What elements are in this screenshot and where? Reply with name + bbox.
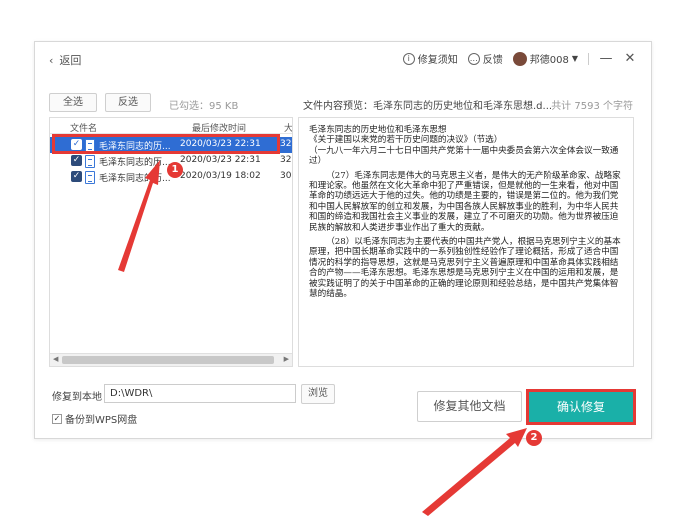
column-size[interactable]: 大	[284, 121, 292, 134]
preview-paragraph: （27）毛泽东同志是伟大的马克思主义者，是伟大的无产阶级革命家、战略家和理论家。…	[309, 170, 621, 233]
file-list-header: 文件名 最后修改时间 大	[50, 118, 292, 134]
feedback-label: 反馈	[482, 55, 503, 66]
scroll-right-icon[interactable]: ▶	[284, 355, 289, 363]
restore-location-label: 修复到本地	[52, 392, 102, 403]
backup-option[interactable]: ✓ 备份到WPS网盘	[52, 411, 137, 426]
feedback-link[interactable]: … 反馈	[467, 51, 503, 66]
user-menu[interactable]: 邦德008 ▼	[512, 51, 578, 66]
scroll-left-icon[interactable]: ◀	[53, 355, 58, 363]
backup-checkbox[interactable]: ✓	[52, 413, 62, 424]
confirm-repair-button[interactable]: 确认修复	[526, 389, 636, 425]
back-button[interactable]: ‹ 返回	[49, 52, 81, 68]
selected-size: 已勾选：95 KB	[169, 101, 239, 112]
back-label: 返回	[59, 54, 82, 67]
titlebar: ‹ 返回 i 修复须知 … 反馈 邦德008 ▼ — ✕	[35, 42, 651, 76]
user-name: 邦德008	[529, 55, 569, 66]
divider	[588, 52, 589, 65]
chevron-left-icon: ‹	[49, 53, 54, 67]
column-filename[interactable]: 文件名	[70, 121, 97, 134]
document-icon	[85, 155, 95, 168]
chevron-down-icon: ▼	[571, 54, 578, 63]
preview-note: （一九八一年六月二十七日中国共产党第十一届中央委员会第六次全体会议一致通过）	[309, 145, 619, 167]
preview-title: 文件内容预览：毛泽东同志的历史地位和毛泽东思想.d...	[303, 101, 553, 112]
preview-subtitle: 《关于建国以来党的若干历史问题的决议》（节选）	[309, 135, 503, 146]
restore-path-input[interactable]	[104, 384, 296, 403]
backup-label: 备份到WPS网盘	[65, 415, 138, 426]
chat-icon: …	[467, 52, 480, 65]
preview-paragraph: （28）以毛泽东同志为主要代表的中国共产党人，根据马克思列宁主义的基本原理，把中…	[309, 237, 621, 300]
preview-pane: 毛泽东同志的历史地位和毛泽东思想 《关于建国以来党的若干历史问题的决议》（节选）…	[298, 117, 634, 367]
repair-dialog: ‹ 返回 i 修复须知 … 反馈 邦德008 ▼ — ✕ 全选 反选 已勾选：9…	[34, 41, 652, 439]
checkbox-checked[interactable]: ✓	[71, 171, 82, 182]
minimize-icon[interactable]: —	[599, 51, 613, 66]
step-badge-2: 2	[526, 430, 542, 446]
file-size: 32	[280, 139, 292, 149]
checkbox-checked[interactable]: ✓	[71, 155, 82, 166]
repair-guide-link[interactable]: i 修复须知	[402, 51, 458, 66]
avatar	[512, 51, 527, 66]
file-size: 32	[280, 155, 292, 165]
browse-button[interactable]: 浏览	[301, 384, 335, 404]
column-modified[interactable]: 最后修改时间	[192, 121, 246, 134]
invert-selection-button[interactable]: 反选	[105, 93, 151, 112]
titlebar-actions: i 修复须知 … 反馈 邦德008 ▼ — ✕	[402, 51, 637, 66]
highlight-box	[52, 134, 280, 154]
preview-heading: 毛泽东同志的历史地位和毛泽东思想	[309, 125, 447, 135]
select-all-button[interactable]: 全选	[49, 93, 97, 112]
file-modified: 2020/03/19 18:02	[180, 171, 261, 181]
close-icon[interactable]: ✕	[623, 51, 637, 66]
arrow-2	[422, 428, 527, 516]
file-modified: 2020/03/23 22:31	[180, 155, 261, 165]
page: ‹ 返回 i 修复须知 … 反馈 邦德008 ▼ — ✕ 全选 反选 已勾选：9…	[0, 0, 693, 519]
horizontal-scrollbar[interactable]: ◀ ▶	[50, 353, 292, 366]
file-list: 文件名 最后修改时间 大 ✓ 毛泽东同志的历... 2020/03/23 22:…	[49, 117, 293, 367]
document-icon	[85, 171, 95, 184]
repair-other-button[interactable]: 修复其他文档	[417, 391, 522, 422]
repair-guide-label: 修复须知	[417, 55, 458, 66]
info-icon: i	[402, 52, 415, 65]
file-size: 30	[280, 171, 292, 181]
char-count: 共计 7593 个字符	[551, 101, 633, 112]
scrollbar-thumb[interactable]	[62, 356, 274, 364]
step-badge-1: 1	[167, 162, 183, 178]
